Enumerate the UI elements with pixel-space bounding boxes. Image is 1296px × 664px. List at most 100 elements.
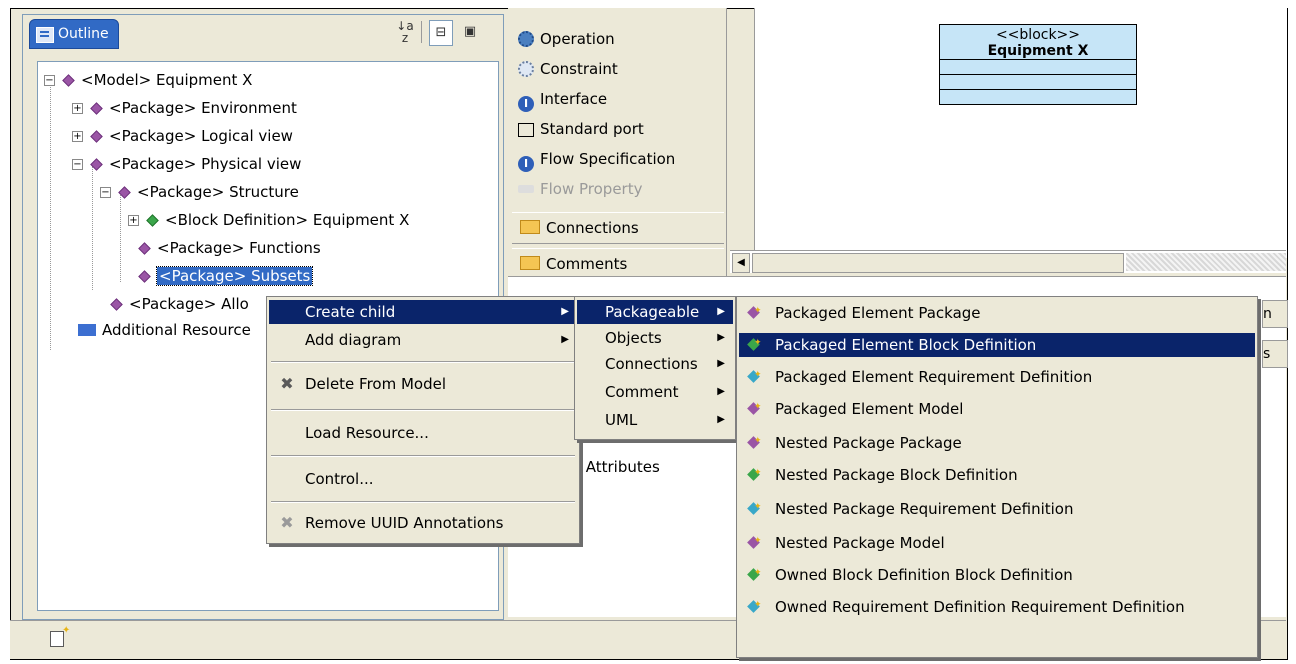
menu-item-remove-uuid-annotations[interactable]: ✖ Remove UUID Annotations	[269, 511, 577, 535]
palette-item-flow-specification[interactable]: I Flow Specification	[518, 146, 675, 172]
collapse-icon[interactable]: −	[44, 75, 55, 86]
flow-specification-icon: I	[518, 156, 534, 172]
requirement-definition-create-icon	[747, 495, 762, 519]
menu-item-uml[interactable]: UML ▶	[577, 408, 733, 432]
package-icon	[118, 186, 131, 199]
block-definition-create-icon	[747, 461, 762, 485]
menu-item-objects[interactable]: Objects ▶	[577, 326, 733, 350]
submenu-arrow-icon: ▶	[717, 332, 725, 343]
menu-item-label: Objects	[605, 329, 662, 347]
menu-item-control[interactable]: Control...	[269, 467, 577, 491]
menu-item-add-diagram[interactable]: Add diagram ▶	[269, 328, 577, 352]
menu-item-create-child[interactable]: Create child ▶	[269, 300, 577, 324]
expand-icon[interactable]: +	[72, 103, 83, 114]
scrollbar-track[interactable]	[1126, 253, 1286, 271]
palette-item-constraint[interactable]: Constraint	[518, 56, 618, 82]
tree-item-label: <Package> Allo	[129, 295, 249, 313]
palette-item-label: Constraint	[540, 60, 618, 78]
menu-item-nested-package-requirement-definition[interactable]: Nested Package Requirement Definition	[739, 495, 1255, 521]
canvas-horizontal-scrollbar[interactable]: ◀	[730, 250, 1286, 273]
tree-guide	[92, 166, 93, 290]
menu-item-packaged-element-block-definition[interactable]: Packaged Element Block Definition	[739, 331, 1255, 357]
submenu-arrow-icon: ▶	[717, 306, 725, 317]
menu-item-comment[interactable]: Comment ▶	[577, 380, 733, 404]
submenu-arrow-icon: ▶	[561, 334, 569, 345]
menu-item-label: Packaged Element Package	[775, 304, 981, 322]
expand-icon[interactable]: +	[128, 215, 139, 226]
context-menu: Create child ▶ Add diagram ▶ ✖ Delete From …	[266, 296, 580, 544]
menu-item-label: Packaged Element Requirement Definition	[775, 368, 1093, 386]
menu-item-nested-package-package[interactable]: Nested Package Package	[739, 429, 1255, 455]
outline-tab-label: Outline	[58, 26, 109, 42]
block-equipment-x[interactable]: <<block>> Equipment X	[939, 24, 1137, 105]
flow-property-icon	[518, 185, 534, 193]
menu-item-label: Comment	[605, 383, 679, 401]
interface-icon: I	[518, 96, 534, 112]
diagram-palette: Operation Constraint I Interface Standard…	[508, 8, 727, 298]
menu-item-label: Create child	[305, 303, 396, 321]
constraint-icon	[518, 61, 534, 77]
block-compartment	[940, 89, 1136, 104]
menu-item-label: Owned Requirement Definition Requirement…	[775, 598, 1185, 616]
menu-item-packaged-element-requirement-definition[interactable]: Packaged Element Requirement Definition	[739, 363, 1255, 389]
tree-item-label: <Package> Physical view	[109, 155, 302, 173]
menu-item-packaged-element-model[interactable]: Packaged Element Model	[739, 395, 1255, 421]
submenu-arrow-icon: ▶	[717, 386, 725, 397]
palette-item-label: Flow Specification	[540, 150, 676, 168]
palette-drawer-connections[interactable]: Connections	[512, 212, 724, 244]
collapse-icon[interactable]: −	[72, 159, 83, 170]
menu-separator	[271, 361, 575, 363]
submenu-arrow-icon: ▶	[717, 414, 725, 425]
block-definition-icon	[146, 214, 159, 227]
tree-item-label: <Package> Functions	[157, 239, 321, 257]
tree-item-label: <Package> Logical view	[109, 127, 293, 145]
palette-item-operation[interactable]: Operation	[518, 26, 615, 52]
package-create-icon	[747, 299, 762, 323]
properties-button-label: s	[1263, 346, 1271, 362]
menu-item-owned-requirement-definition-requirement-definition[interactable]: Owned Requirement Definition Requirement…	[739, 593, 1255, 619]
sort-alphabetically-icon[interactable]: ↓a z	[393, 20, 417, 44]
properties-button[interactable]: s	[1262, 340, 1288, 368]
block-name: Equipment X	[987, 43, 1089, 59]
port-icon	[518, 123, 534, 137]
palette-item-label: Standard port	[540, 120, 644, 138]
menu-item-delete-from-model[interactable]: ✖ Delete From Model	[269, 372, 577, 396]
menu-item-label: Connections	[605, 355, 698, 373]
scroll-left-icon[interactable]: ◀	[732, 253, 750, 273]
properties-button[interactable]: n	[1262, 300, 1288, 328]
expand-icon[interactable]: +	[72, 131, 83, 142]
create-child-submenu: Packageable ▶ Objects ▶ Connections ▶ Comme…	[574, 296, 736, 440]
filter-icon[interactable]: ▣	[459, 20, 481, 44]
block-definition-create-icon	[747, 331, 762, 355]
scrollbar-thumb[interactable]	[752, 253, 1124, 273]
block-compartment	[940, 74, 1136, 89]
menu-item-nested-package-model[interactable]: Nested Package Model	[739, 529, 1255, 555]
properties-button-label: n	[1263, 306, 1272, 322]
palette-item-standard-port[interactable]: Standard port	[518, 116, 644, 142]
model-create-icon	[747, 529, 762, 553]
submenu-arrow-icon: ▶	[561, 306, 569, 317]
menu-item-connections[interactable]: Connections ▶	[577, 352, 733, 376]
menu-item-label: Packaged Element Block Definition	[775, 336, 1037, 354]
menu-item-packageable[interactable]: Packageable ▶	[577, 300, 733, 324]
tab-outline[interactable]: Outline	[29, 19, 119, 49]
operation-icon	[518, 31, 534, 47]
menu-item-nested-package-block-definition[interactable]: Nested Package Block Definition	[739, 461, 1255, 487]
tree-item-label: <Package> Structure	[137, 183, 299, 201]
menu-item-owned-block-definition-block-definition[interactable]: Owned Block Definition Block Definition	[739, 561, 1255, 587]
menu-item-label: Nested Package Requirement Definition	[775, 500, 1074, 518]
collapse-icon[interactable]: −	[100, 187, 111, 198]
menu-item-load-resource[interactable]: Load Resource...	[269, 421, 577, 445]
package-create-icon	[747, 429, 762, 453]
palette-item-flow-property[interactable]: Flow Property	[518, 176, 642, 202]
tree-item-label: <Package> Subsets	[155, 266, 314, 286]
folder-icon	[520, 256, 540, 270]
menu-item-label: Packageable	[605, 303, 700, 321]
diagram-canvas[interactable]: <<block>> Equipment X	[754, 8, 1287, 258]
tree-item-label: <Block Definition> Equipment X	[165, 211, 410, 229]
menu-item-packaged-element-package[interactable]: Packaged Element Package	[739, 299, 1255, 325]
menu-item-label: Load Resource...	[305, 424, 429, 442]
menu-item-label: Remove UUID Annotations	[305, 514, 504, 532]
palette-item-interface[interactable]: I Interface	[518, 86, 607, 112]
tree-view-icon[interactable]: ⊟	[429, 20, 453, 46]
